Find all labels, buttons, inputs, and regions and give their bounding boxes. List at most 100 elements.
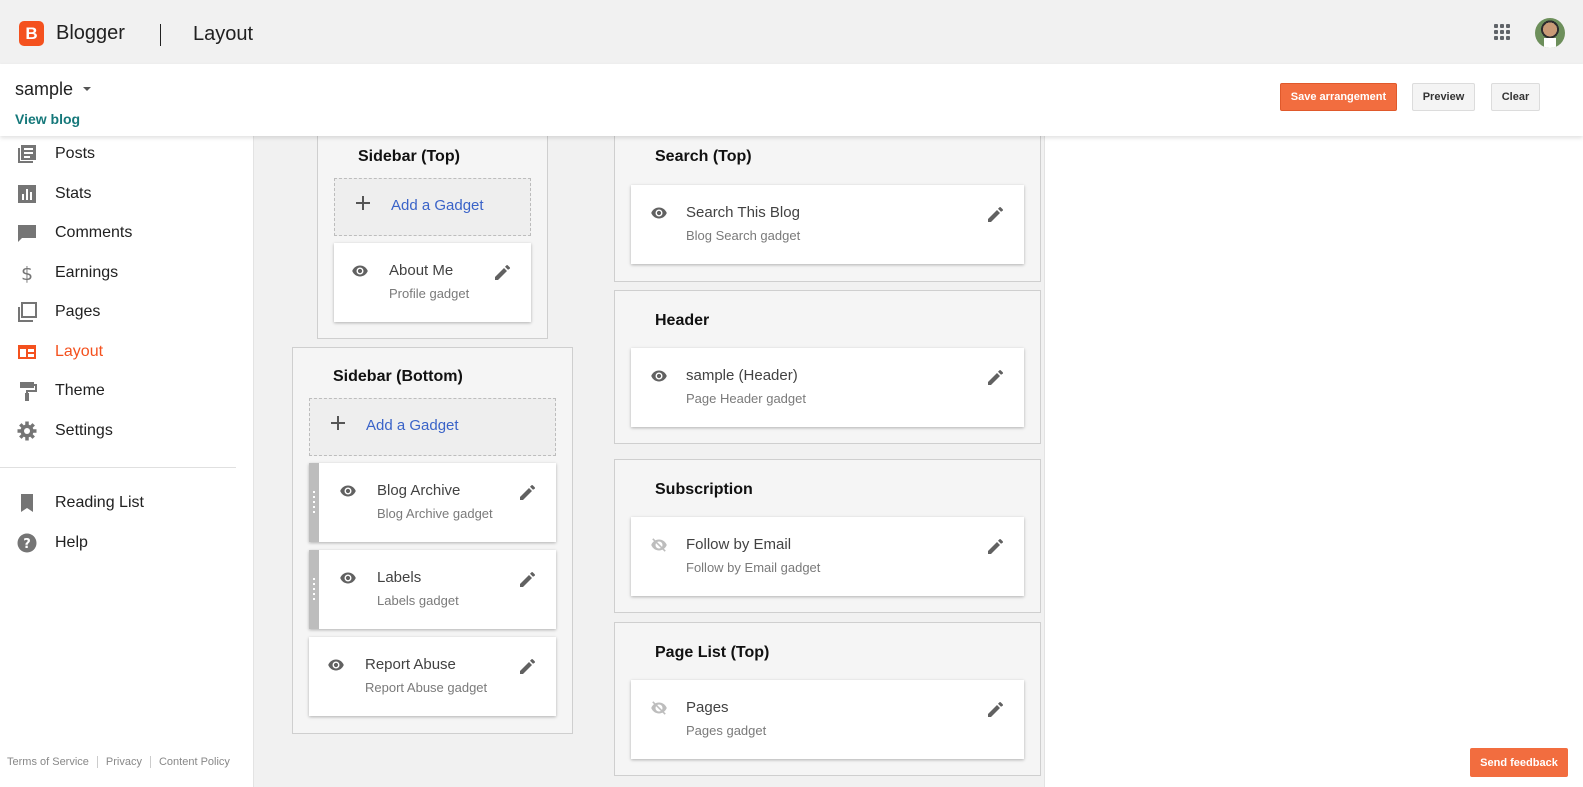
sidebar-item-layout[interactable]: Layout <box>0 334 253 370</box>
eye-icon[interactable] <box>338 571 358 585</box>
eye-off-icon[interactable] <box>649 538 669 552</box>
sidebar-item-label: Earnings <box>55 264 119 281</box>
gadget-type: Page Header gadget <box>686 391 806 406</box>
region-sidebar-bottom: Sidebar (Bottom) Add a Gadget Blog Archi… <box>292 347 573 734</box>
sidebar-item-help[interactable]: ? Help <box>0 525 253 561</box>
blog-header-bar: sample View blog Save arrangement Previe… <box>0 64 1583 136</box>
drag-handle[interactable] <box>309 550 319 629</box>
gadget-page-header[interactable]: sample (Header) Page Header gadget <box>631 348 1024 427</box>
gadget-type: Pages gadget <box>686 723 767 738</box>
sidebar-item-posts[interactable]: Posts <box>0 136 253 172</box>
region-title: Header <box>655 312 710 329</box>
gadget-name: Pages <box>686 699 729 716</box>
send-feedback-button[interactable]: Send feedback <box>1470 748 1568 777</box>
svg-text:$: $ <box>21 263 33 283</box>
sidebar-item-comments[interactable]: Comments <box>0 215 253 251</box>
edit-pencil-icon[interactable] <box>986 367 1006 387</box>
region-title: Subscription <box>655 481 753 498</box>
gadget-pages[interactable]: Pages Pages gadget <box>631 680 1024 759</box>
app-brand[interactable]: Blogger <box>56 22 125 45</box>
gadget-type: Report Abuse gadget <box>365 680 488 695</box>
gadget-labels[interactable]: Labels Labels gadget <box>309 550 556 629</box>
gadget-report-abuse[interactable]: Report Abuse Report Abuse gadget <box>309 637 556 716</box>
paint-roller-icon <box>20 382 37 401</box>
gadget-type: Labels gadget <box>377 593 459 608</box>
add-gadget-button[interactable]: Add a Gadget <box>309 398 556 456</box>
svg-text:?: ? <box>23 537 31 552</box>
sidebar-item-pages[interactable]: Pages <box>0 294 253 330</box>
sidebar-item-stats[interactable]: Stats <box>0 176 253 212</box>
drag-handle[interactable] <box>309 463 319 542</box>
add-gadget-button[interactable]: Add a Gadget <box>334 178 531 236</box>
edit-pencil-icon[interactable] <box>518 569 538 589</box>
pages-icon <box>18 302 37 322</box>
plus-icon <box>330 415 346 431</box>
gadget-search-this-blog[interactable]: Search This Blog Blog Search gadget <box>631 185 1024 264</box>
gadget-type: Profile gadget <box>389 286 470 301</box>
gadget-type: Blog Archive gadget <box>377 506 493 521</box>
sidebar-item-label: Help <box>55 534 88 551</box>
edit-pencil-icon[interactable] <box>518 482 538 502</box>
save-arrangement-button[interactable]: Save arrangement <box>1280 83 1397 111</box>
layout-icon <box>18 345 36 359</box>
sidebar-item-settings[interactable]: Settings <box>0 413 253 449</box>
eye-icon[interactable] <box>649 206 669 220</box>
eye-icon[interactable] <box>649 369 669 383</box>
sidebar-nav: Posts Stats Comments $ Earnings Pages La… <box>0 136 253 787</box>
apps-grid-icon[interactable] <box>1494 24 1510 40</box>
stats-icon <box>18 185 36 203</box>
sidebar-item-label: Theme <box>55 382 105 399</box>
sidebar-item-label: Settings <box>55 422 113 439</box>
edit-pencil-icon[interactable] <box>493 262 513 282</box>
blog-selector[interactable]: sample <box>15 79 73 100</box>
posts-icon <box>18 145 36 163</box>
region-sidebar-top: Sidebar (Top) Add a Gadget About Me Prof… <box>317 131 548 339</box>
page-title: Layout <box>193 23 254 45</box>
sidebar-item-label: Stats <box>55 185 92 202</box>
sidebar-item-label: Comments <box>55 224 133 241</box>
region-subscription: Subscription Follow by Email Follow by E… <box>614 459 1041 613</box>
footer-links: Terms of Service Privacy Content Policy <box>7 756 230 768</box>
view-blog-link[interactable]: View blog <box>15 111 80 127</box>
region-title: Page List (Top) <box>655 644 770 661</box>
eye-icon[interactable] <box>326 658 346 672</box>
blogger-logo-icon[interactable] <box>19 21 44 46</box>
region-title: Search (Top) <box>655 148 752 165</box>
gadget-name: Labels <box>377 569 422 586</box>
gadget-type: Follow by Email gadget <box>686 560 821 575</box>
clear-button[interactable]: Clear <box>1491 83 1540 111</box>
gadget-blog-archive[interactable]: Blog Archive Blog Archive gadget <box>309 463 556 542</box>
terms-link[interactable]: Terms of Service <box>7 756 89 768</box>
avatar[interactable] <box>1535 18 1565 48</box>
edit-pencil-icon[interactable] <box>986 204 1006 224</box>
gear-icon <box>17 421 37 441</box>
edit-pencil-icon[interactable] <box>986 699 1006 719</box>
gadget-name: sample (Header) <box>686 367 798 384</box>
gadget-about-me[interactable]: About Me Profile gadget <box>334 243 531 322</box>
gadget-name: Search This Blog <box>686 204 800 221</box>
title-divider <box>160 24 161 46</box>
region-title: Sidebar (Top) <box>358 148 460 165</box>
gadget-name: Report Abuse <box>365 656 456 673</box>
region-page-list-top: Page List (Top) Pages Pages gadget <box>614 622 1041 776</box>
sidebar-item-earnings[interactable]: $ Earnings <box>0 255 253 291</box>
chevron-down-icon[interactable] <box>83 87 91 91</box>
edit-pencil-icon[interactable] <box>986 536 1006 556</box>
preview-button[interactable]: Preview <box>1412 83 1475 111</box>
dollar-icon: $ <box>21 263 33 283</box>
content-policy-link[interactable]: Content Policy <box>159 756 230 768</box>
eye-icon[interactable] <box>350 264 370 278</box>
nav-divider <box>0 467 236 468</box>
sidebar-item-theme[interactable]: Theme <box>0 373 253 409</box>
gadget-follow-by-email[interactable]: Follow by Email Follow by Email gadget <box>631 517 1024 596</box>
privacy-link[interactable]: Privacy <box>106 756 142 768</box>
sidebar-item-reading-list[interactable]: Reading List <box>0 485 253 521</box>
sidebar-item-label: Layout <box>55 343 104 360</box>
layout-canvas: Sidebar (Top) Add a Gadget About Me Prof… <box>253 131 1045 787</box>
edit-pencil-icon[interactable] <box>518 656 538 676</box>
region-title: Sidebar (Bottom) <box>333 368 463 385</box>
help-icon: ? <box>17 533 37 553</box>
eye-icon[interactable] <box>338 484 358 498</box>
eye-off-icon[interactable] <box>649 701 669 715</box>
add-gadget-label: Add a Gadget <box>366 417 459 434</box>
